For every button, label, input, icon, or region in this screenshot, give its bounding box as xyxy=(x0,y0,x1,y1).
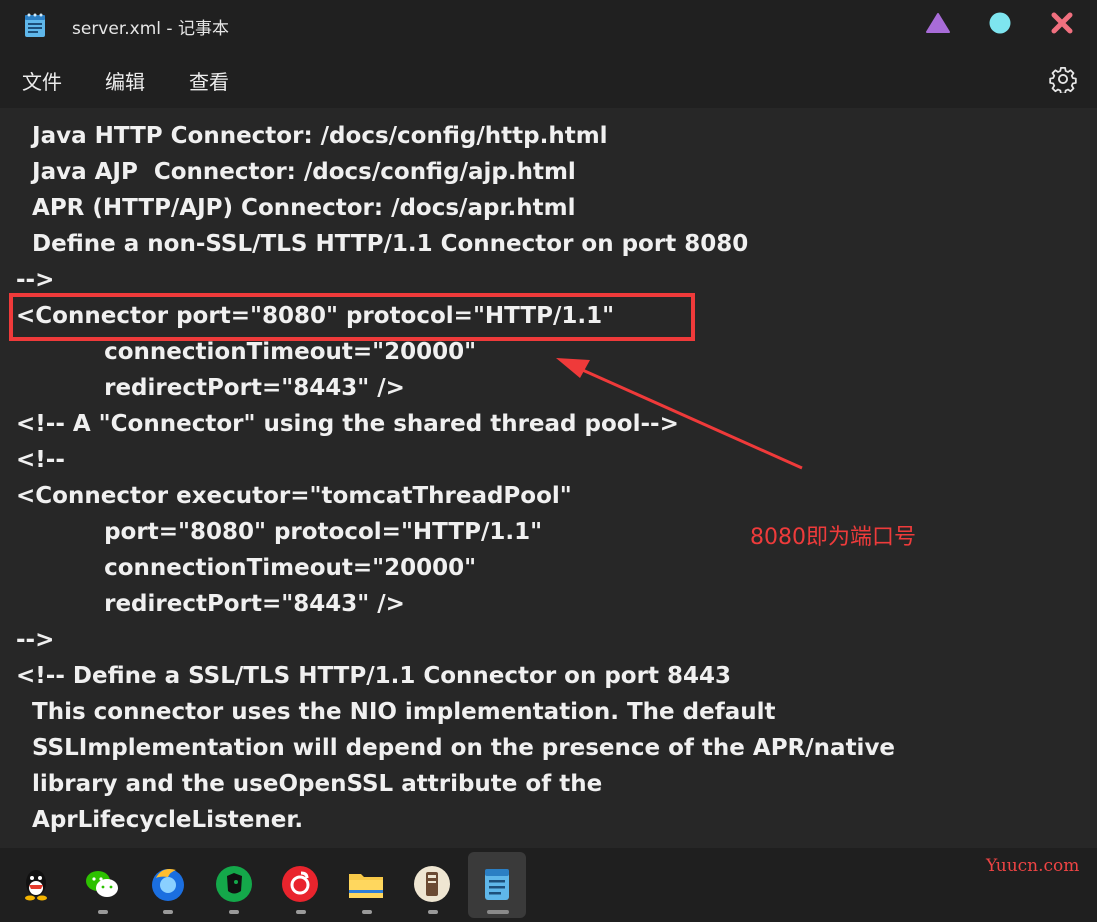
notepad-icon xyxy=(25,13,45,37)
text-line: SSLImplementation will depend on the pre… xyxy=(0,735,896,761)
qq-icon[interactable] xyxy=(16,864,56,904)
highlight-box xyxy=(9,293,695,341)
title-bar: server.xml - 记事本 xyxy=(0,0,1097,52)
watermark: Yuucn.com xyxy=(986,856,1080,876)
running-indicator xyxy=(362,910,372,914)
text-line: Define a non-SSL/TLS HTTP/1.1 Connector … xyxy=(0,231,749,257)
editor-text-area[interactable]: Java HTTP Connector: /docs/config/http.h… xyxy=(0,108,1097,848)
text-line: connectionTimeout="20000" xyxy=(0,555,477,581)
text-line: Java HTTP Connector: /docs/config/http.h… xyxy=(0,123,608,149)
text-line: library and the useOpenSSL attribute of … xyxy=(0,771,603,797)
text-line: APR (HTTP/AJP) Connector: /docs/apr.html xyxy=(0,195,576,221)
clipped-line xyxy=(0,108,32,122)
triangle-icon xyxy=(926,13,950,33)
text-line: redirectPort="8443" /> xyxy=(0,591,405,617)
wechat-icon[interactable] xyxy=(82,864,122,904)
text-line: port="8080" protocol="HTTP/1.1" xyxy=(0,519,543,545)
text-line: Java AJP Connector: /docs/config/ajp.htm… xyxy=(0,159,576,185)
text-line: --> xyxy=(0,627,55,653)
evernote-icon[interactable] xyxy=(214,864,254,904)
menu-edit[interactable]: 编辑 xyxy=(105,66,145,95)
running-indicator xyxy=(428,910,438,914)
menu-file[interactable]: 文件 xyxy=(22,66,62,95)
running-indicator xyxy=(163,910,173,914)
active-indicator xyxy=(487,910,509,914)
reader-app-icon[interactable] xyxy=(412,864,452,904)
running-indicator xyxy=(98,910,108,914)
text-line: <!-- xyxy=(0,447,65,473)
menu-view[interactable]: 查看 xyxy=(189,66,229,95)
notepad-icon[interactable] xyxy=(477,864,517,904)
running-indicator xyxy=(229,910,239,914)
text-line: <!-- Define a SSL/TLS HTTP/1.1 Connector… xyxy=(0,663,731,689)
text-line: connectionTimeout="20000" xyxy=(0,339,477,365)
minimize-button[interactable] xyxy=(920,8,956,38)
text-line: This connector uses the NIO implementati… xyxy=(0,699,776,725)
maximize-button[interactable] xyxy=(982,8,1018,38)
circle-icon xyxy=(989,12,1011,34)
text-line: <!-- A "Connector" using the shared thre… xyxy=(0,411,679,437)
text-line: --> xyxy=(0,267,55,293)
menu-bar: 文件 编辑 查看 xyxy=(0,52,1097,108)
file-explorer-icon[interactable] xyxy=(346,864,386,904)
gear-icon[interactable] xyxy=(1049,65,1077,93)
annotation-label: 8080即为端口号 xyxy=(750,525,916,550)
text-line: redirectPort="8443" /> xyxy=(0,375,405,401)
text-line: <Connector executor="tomcatThreadPool" xyxy=(0,483,572,509)
window-title: server.xml - 记事本 xyxy=(72,19,229,39)
firefox-icon[interactable] xyxy=(148,864,188,904)
close-button[interactable] xyxy=(1044,8,1080,38)
netease-music-icon[interactable] xyxy=(280,864,320,904)
running-indicator xyxy=(296,910,306,914)
text-line: AprLifecycleListener. xyxy=(0,807,304,833)
taskbar xyxy=(0,848,1097,922)
close-x-icon xyxy=(1051,12,1073,34)
